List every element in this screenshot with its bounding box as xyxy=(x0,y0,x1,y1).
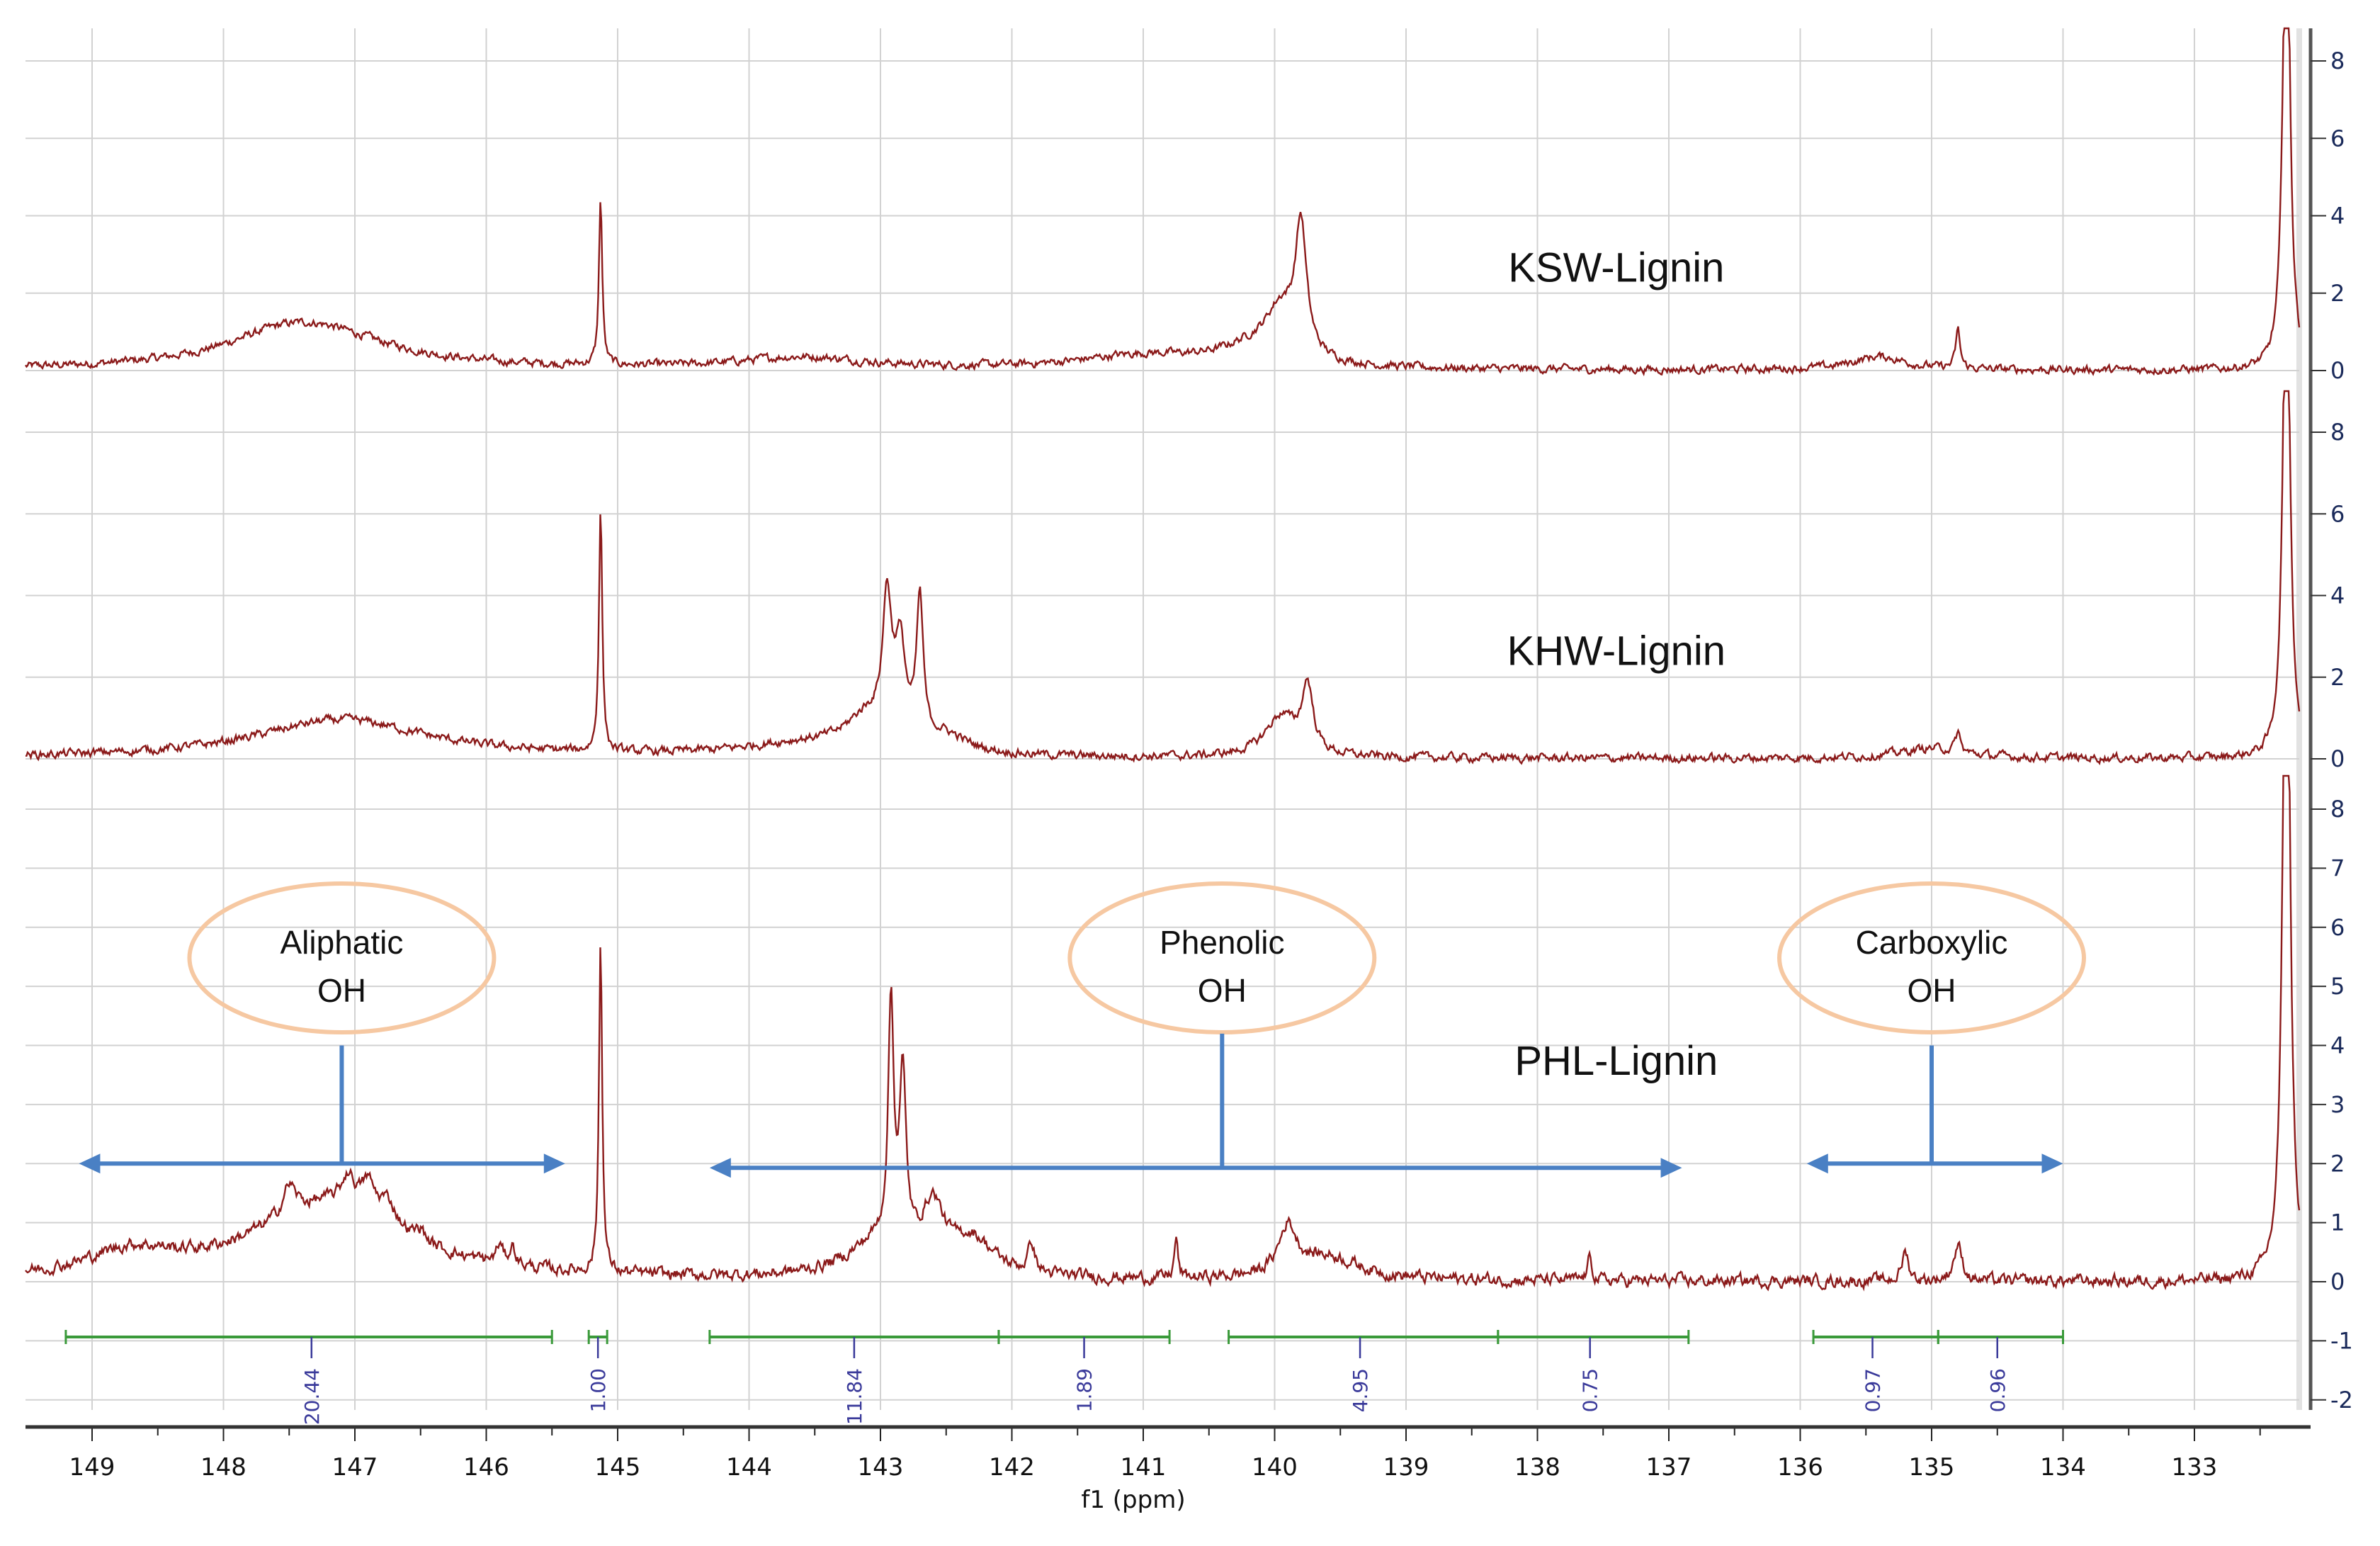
arrow-head-left xyxy=(1807,1153,1828,1173)
integrals: 20.44 1.00 11.84 1.89 4.95 0.75 0.97 0.96 xyxy=(66,1330,2063,1425)
annotation-title: Aliphatic xyxy=(280,924,404,961)
x-tick-label: 149 xyxy=(69,1453,115,1482)
y-tick-label: 1 xyxy=(2330,1209,2345,1236)
panel-label: KSW-Lignin xyxy=(1508,244,1724,290)
annotation-sub: OH xyxy=(1198,972,1247,1009)
y-tick-label: 4 xyxy=(2330,582,2345,609)
integral-value: 0.75 xyxy=(1579,1368,1602,1412)
x-tick-label: 137 xyxy=(1646,1453,1692,1482)
y-tick-label: 4 xyxy=(2330,203,2345,230)
y-tick-label: 4 xyxy=(2330,1032,2345,1059)
y-tick-label: -2 xyxy=(2330,1387,2353,1414)
y-tick-label: 3 xyxy=(2330,1091,2345,1118)
annotation-title: Phenolic xyxy=(1160,924,1284,961)
integral-value: 1.89 xyxy=(1073,1368,1096,1412)
x-tick-label: 144 xyxy=(726,1453,772,1482)
integral-value: 0.96 xyxy=(1986,1368,2010,1412)
x-tick-label: 135 xyxy=(1909,1453,1955,1482)
y-tick-label: 8 xyxy=(2330,47,2345,74)
arrow-head-left xyxy=(710,1158,731,1178)
spectra: KSW-Lignin KHW-Lignin PHL-Lignin xyxy=(26,28,2299,1290)
y-tick-label: 8 xyxy=(2330,419,2345,446)
y-tick-label: 8 xyxy=(2330,796,2345,823)
axes: 1491481471461451441431421411401391381371… xyxy=(26,28,2353,1482)
integral-value: 1.00 xyxy=(586,1368,610,1412)
y-tick-label: 6 xyxy=(2330,914,2345,941)
integral-value: 4.95 xyxy=(1349,1368,1372,1412)
nmr-spectra-chart: KSW-Lignin KHW-Lignin PHL-Lignin 20.44 1.00… xyxy=(0,0,2380,1546)
x-tick-label: 136 xyxy=(1777,1453,1823,1482)
annotation-sub: OH xyxy=(317,972,366,1009)
integral-value: 11.84 xyxy=(843,1368,866,1425)
x-tick-label: 143 xyxy=(858,1453,904,1482)
x-tick-label: 145 xyxy=(595,1453,641,1482)
x-tick-label: 133 xyxy=(2172,1453,2218,1482)
x-axis-label: f1 (ppm) xyxy=(1081,1486,1185,1514)
y-tick-label: 2 xyxy=(2330,280,2345,307)
arrow-head-right xyxy=(2042,1153,2063,1173)
arrow-head-right xyxy=(1661,1158,1682,1178)
spectrum-ksw-lignin xyxy=(26,28,2299,375)
y-tick-label: 2 xyxy=(2330,664,2345,691)
y-tick-label: 2 xyxy=(2330,1150,2345,1177)
y-tick-label: 0 xyxy=(2330,1268,2345,1295)
x-tick-label: 146 xyxy=(463,1453,509,1482)
arrow-head-left xyxy=(79,1153,100,1173)
integral-value: 20.44 xyxy=(300,1368,324,1425)
annotation-title: Carboxylic xyxy=(1856,924,2008,961)
panel-label: KHW-Lignin xyxy=(1507,628,1726,674)
integral-value: 0.97 xyxy=(1862,1368,1885,1412)
panel-label: PHL-Lignin xyxy=(1514,1038,1718,1084)
y-tick-label: 6 xyxy=(2330,500,2345,527)
x-tick-label: 147 xyxy=(332,1453,378,1482)
x-tick-label: 141 xyxy=(1121,1453,1167,1482)
y-tick-label: 0 xyxy=(2330,357,2345,384)
y-tick-label: 5 xyxy=(2330,973,2345,1000)
x-tick-label: 134 xyxy=(2040,1453,2086,1482)
x-tick-label: 138 xyxy=(1514,1453,1560,1482)
y-tick-label: 6 xyxy=(2330,125,2345,152)
x-tick-label: 142 xyxy=(989,1453,1035,1482)
x-tick-label: 140 xyxy=(1252,1453,1298,1482)
x-tick-label: 139 xyxy=(1383,1453,1429,1482)
x-tick-label: 148 xyxy=(200,1453,246,1482)
annotation-sub: OH xyxy=(1908,972,1956,1009)
spectrum-khw-lignin xyxy=(26,391,2299,764)
y-tick-label: -1 xyxy=(2330,1327,2353,1354)
y-tick-label: 0 xyxy=(2330,745,2345,772)
y-tick-label: 7 xyxy=(2330,854,2345,881)
arrow-head-right xyxy=(544,1153,565,1173)
